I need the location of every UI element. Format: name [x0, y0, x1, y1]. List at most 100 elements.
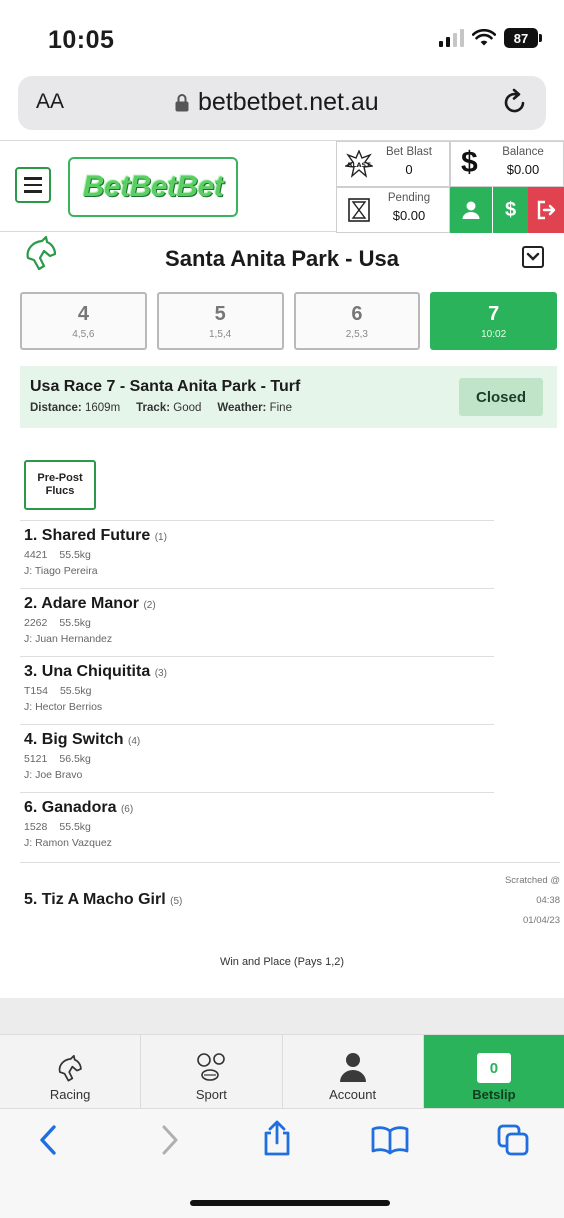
balance-panel[interactable]: $ Balance $0.00 [450, 141, 564, 187]
nav-racing[interactable]: Racing [0, 1035, 142, 1108]
scratched-time: 04:38 [536, 895, 560, 906]
runner-form: 5121 [24, 753, 48, 765]
scratched-info: Scratched @ 04:38 01/04/23 [505, 871, 560, 931]
race-track: Track: Good [136, 402, 202, 414]
venue-dropdown[interactable] [522, 246, 544, 268]
nav-betslip-label: Betslip [472, 1087, 516, 1102]
menu-icon[interactable] [15, 167, 51, 203]
nav-account[interactable]: Account [283, 1035, 424, 1108]
runner-row[interactable]: 6. Ganadora (6) 1528 55.5kg J: Ramon Vazq… [20, 792, 494, 860]
runner-row[interactable]: 4. Big Switch (4) 5121 56.5kg J: Joe Brav… [20, 724, 494, 792]
deposit-button[interactable]: $ [492, 187, 528, 233]
pre-post-flucs-button[interactable]: Pre-Post Flucs [24, 460, 96, 510]
runner-list: 1. Shared Future (1) 4421 55.5kg J: Tiago… [20, 520, 494, 860]
runner-row[interactable]: 1. Shared Future (1) 4421 55.5kg J: Tiago… [20, 520, 494, 588]
status-icons: 87 [439, 28, 542, 48]
race-tab-number: 4 [77, 302, 89, 325]
race-status-badge: Closed [459, 378, 543, 416]
share-icon[interactable] [262, 1119, 292, 1157]
site-logo[interactable]: BetBetBet [68, 157, 238, 217]
site-header: BetBetBet BLAST Bet Blast 0 Pending $0.0… [0, 140, 564, 233]
race-tab-number: 5 [214, 302, 226, 325]
pending-value: $0.00 [392, 208, 426, 223]
address-bar[interactable]: AA betbetbet.net.au [18, 76, 546, 130]
venue-title: Santa Anita Park - Usa [165, 246, 399, 271]
dollar-icon: $ [461, 146, 478, 179]
runner-name: 4. Big Switch [24, 731, 124, 748]
runner-row[interactable]: 2. Adare Manor (2) 2262 55.5kg J: Juan He… [20, 588, 494, 656]
runner-jockey: J: Hector Berrios [24, 701, 103, 713]
bet-blast-label: Bet Blast [385, 146, 433, 158]
runner-form: T154 [24, 685, 48, 697]
bottom-nav: Racing Sport Account 0 Betslip [0, 1034, 564, 1108]
race-tab-6[interactable]: 6 2,5,3 [293, 292, 421, 350]
forward-icon[interactable] [158, 1123, 182, 1157]
scratched-date: 01/04/23 [523, 915, 560, 926]
balance-value: $0.00 [506, 162, 540, 177]
race-tab-7[interactable]: 7 10:02 [430, 292, 557, 350]
race-tab-number: 6 [351, 302, 363, 325]
nav-sport-label: Sport [195, 1087, 227, 1102]
reload-icon[interactable] [502, 88, 528, 116]
betslip-count-badge: 0 [476, 1053, 511, 1083]
user-icon [339, 1053, 366, 1082]
runner-form: 4421 [24, 549, 48, 561]
runner-jockey: J: Joe Bravo [24, 769, 83, 781]
status-bar: 10:05 87 [0, 0, 564, 80]
dividend-note: Win and Place (Pays 1,2) [219, 956, 345, 968]
url-text[interactable]: betbetbet.net.au [198, 88, 379, 117]
scratched-runner-barrier: (5) [170, 896, 183, 907]
home-indicator[interactable] [190, 1200, 390, 1206]
flucs-line1: Pre-Post [37, 472, 83, 484]
bet-blast-panel[interactable]: BLAST Bet Blast 0 [336, 141, 450, 187]
race-tabs: 4 4,5,6 5 1,5,4 6 2,5,3 7 10:02 [20, 292, 557, 350]
scratched-runner-row: 5. Tiz A Macho Girl (5) Scratched @ 04:3… [20, 862, 560, 938]
race-tab-result: 4,5,6 [72, 328, 95, 340]
runner-jockey: J: Juan Hernandez [24, 633, 113, 645]
runner-jockey: J: Ramon Vazquez [24, 837, 112, 849]
bet-blast-icon: BLAST [345, 150, 373, 178]
race-tab-result: 2,5,3 [345, 328, 368, 340]
race-distance: Distance: 1609m [30, 402, 121, 414]
svg-text:BLAST: BLAST [347, 161, 371, 169]
runner-weight: 55.5kg [59, 617, 91, 629]
wifi-icon [472, 29, 496, 46]
user-icon [462, 201, 480, 219]
tabs-icon[interactable] [496, 1123, 530, 1157]
race-tab-time: 10:02 [481, 328, 507, 340]
status-time: 10:05 [48, 26, 115, 54]
lock-icon [175, 94, 189, 112]
nav-sport[interactable]: Sport [141, 1035, 283, 1108]
pending-panel[interactable]: Pending $0.00 [336, 187, 450, 233]
race-tab-4[interactable]: 4 4,5,6 [20, 292, 147, 350]
account-button[interactable] [450, 187, 492, 233]
logout-button[interactable] [528, 187, 564, 233]
runner-name: 2. Adare Manor [24, 595, 139, 612]
runner-barrier: (6) [120, 804, 134, 815]
runner-name: 3. Una Chiquitita [24, 663, 151, 680]
race-tab-number: 7 [488, 302, 500, 325]
logout-icon [537, 200, 556, 220]
bet-blast-value: 0 [405, 162, 413, 177]
battery-icon: 87 [504, 28, 542, 48]
race-tab-5[interactable]: 5 1,5,4 [156, 292, 284, 350]
reader-settings-button[interactable]: AA [36, 90, 64, 114]
runner-row[interactable]: 3. Una Chiquitita (3) T154 55.5kg J: Hect… [20, 656, 494, 724]
runner-barrier: (2) [143, 600, 156, 611]
flucs-line2: Flucs [45, 485, 75, 497]
bookmarks-icon[interactable] [370, 1125, 410, 1155]
runner-jockey: J: Tiago Pereira [24, 565, 98, 577]
signal-icon [439, 29, 464, 47]
back-icon[interactable] [36, 1123, 60, 1157]
horse-head-icon [58, 1055, 82, 1082]
scratched-runner-name: 5. Tiz A Macho Girl [24, 891, 166, 908]
balance-label: Balance [502, 146, 544, 158]
runner-barrier: (1) [154, 532, 167, 543]
race-name: Usa Race 7 - Santa Anita Park - Turf [30, 378, 301, 395]
nav-racing-label: Racing [49, 1087, 91, 1102]
runner-form: 2262 [24, 617, 48, 629]
scratched-label: Scratched @ [504, 875, 560, 886]
nav-betslip[interactable]: 0 Betslip [423, 1035, 564, 1108]
runner-weight: 55.5kg [59, 549, 91, 561]
runner-name: 6. Ganadora [24, 799, 117, 816]
